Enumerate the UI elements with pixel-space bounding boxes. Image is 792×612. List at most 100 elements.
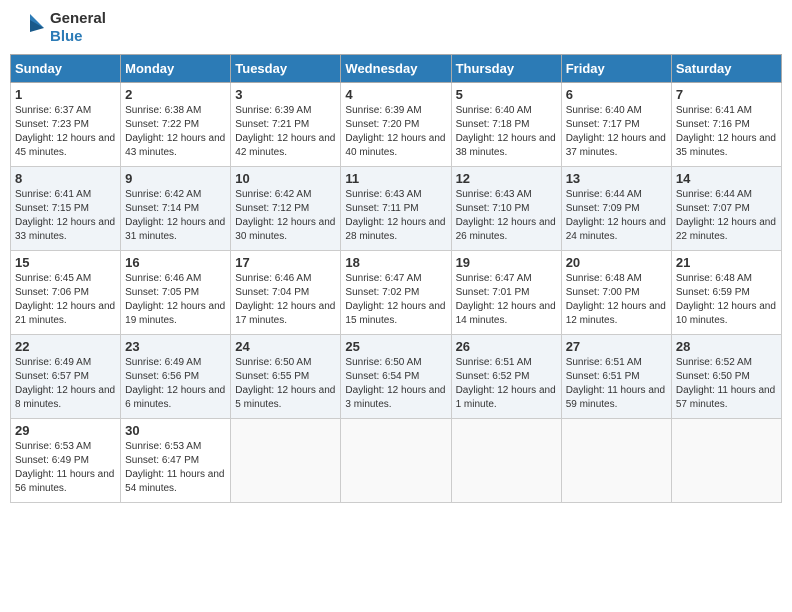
day-number: 22	[15, 339, 116, 354]
calendar-cell: 10 Sunrise: 6:42 AM Sunset: 7:12 PM Dayl…	[231, 167, 341, 251]
day-info: Sunrise: 6:42 AM Sunset: 7:12 PM Dayligh…	[235, 188, 336, 244]
day-info: Sunrise: 6:44 AM Sunset: 7:07 PM Dayligh…	[676, 188, 777, 244]
day-header-thursday: Thursday	[451, 55, 561, 83]
day-number: 2	[125, 87, 226, 102]
day-info: Sunrise: 6:43 AM Sunset: 7:10 PM Dayligh…	[456, 188, 557, 244]
calendar-week-1: 1 Sunrise: 6:37 AM Sunset: 7:23 PM Dayli…	[11, 83, 782, 167]
day-info: Sunrise: 6:53 AM Sunset: 6:49 PM Dayligh…	[15, 440, 116, 496]
day-number: 27	[566, 339, 667, 354]
logo-text-general: General	[50, 10, 106, 28]
calendar-week-4: 22 Sunrise: 6:49 AM Sunset: 6:57 PM Dayl…	[11, 335, 782, 419]
day-info: Sunrise: 6:52 AM Sunset: 6:50 PM Dayligh…	[676, 356, 777, 412]
day-info: Sunrise: 6:47 AM Sunset: 7:02 PM Dayligh…	[345, 272, 446, 328]
day-number: 11	[345, 171, 446, 186]
day-number: 14	[676, 171, 777, 186]
calendar-cell: 11 Sunrise: 6:43 AM Sunset: 7:11 PM Dayl…	[341, 167, 451, 251]
day-number: 29	[15, 423, 116, 438]
calendar-cell: 21 Sunrise: 6:48 AM Sunset: 6:59 PM Dayl…	[671, 251, 781, 335]
day-info: Sunrise: 6:37 AM Sunset: 7:23 PM Dayligh…	[15, 104, 116, 160]
day-info: Sunrise: 6:40 AM Sunset: 7:17 PM Dayligh…	[566, 104, 667, 160]
calendar-cell: 12 Sunrise: 6:43 AM Sunset: 7:10 PM Dayl…	[451, 167, 561, 251]
day-info: Sunrise: 6:48 AM Sunset: 6:59 PM Dayligh…	[676, 272, 777, 328]
day-number: 8	[15, 171, 116, 186]
day-number: 20	[566, 255, 667, 270]
calendar-cell	[671, 419, 781, 503]
calendar-cell: 30 Sunrise: 6:53 AM Sunset: 6:47 PM Dayl…	[121, 419, 231, 503]
day-info: Sunrise: 6:42 AM Sunset: 7:14 PM Dayligh…	[125, 188, 226, 244]
calendar-cell: 15 Sunrise: 6:45 AM Sunset: 7:06 PM Dayl…	[11, 251, 121, 335]
day-number: 5	[456, 87, 557, 102]
day-header-sunday: Sunday	[11, 55, 121, 83]
day-info: Sunrise: 6:50 AM Sunset: 6:54 PM Dayligh…	[345, 356, 446, 412]
calendar-cell: 7 Sunrise: 6:41 AM Sunset: 7:16 PM Dayli…	[671, 83, 781, 167]
calendar-cell: 6 Sunrise: 6:40 AM Sunset: 7:17 PM Dayli…	[561, 83, 671, 167]
day-number: 18	[345, 255, 446, 270]
day-number: 13	[566, 171, 667, 186]
day-number: 17	[235, 255, 336, 270]
day-info: Sunrise: 6:53 AM Sunset: 6:47 PM Dayligh…	[125, 440, 226, 496]
day-number: 6	[566, 87, 667, 102]
calendar-cell: 5 Sunrise: 6:40 AM Sunset: 7:18 PM Dayli…	[451, 83, 561, 167]
day-number: 25	[345, 339, 446, 354]
day-info: Sunrise: 6:50 AM Sunset: 6:55 PM Dayligh…	[235, 356, 336, 412]
day-info: Sunrise: 6:47 AM Sunset: 7:01 PM Dayligh…	[456, 272, 557, 328]
day-header-friday: Friday	[561, 55, 671, 83]
day-number: 21	[676, 255, 777, 270]
day-header-saturday: Saturday	[671, 55, 781, 83]
day-info: Sunrise: 6:44 AM Sunset: 7:09 PM Dayligh…	[566, 188, 667, 244]
day-info: Sunrise: 6:51 AM Sunset: 6:51 PM Dayligh…	[566, 356, 667, 412]
day-number: 16	[125, 255, 226, 270]
calendar-cell	[561, 419, 671, 503]
day-header-wednesday: Wednesday	[341, 55, 451, 83]
calendar-cell: 27 Sunrise: 6:51 AM Sunset: 6:51 PM Dayl…	[561, 335, 671, 419]
day-number: 7	[676, 87, 777, 102]
calendar-header-row: SundayMondayTuesdayWednesdayThursdayFrid…	[11, 55, 782, 83]
day-info: Sunrise: 6:39 AM Sunset: 7:21 PM Dayligh…	[235, 104, 336, 160]
calendar-cell: 19 Sunrise: 6:47 AM Sunset: 7:01 PM Dayl…	[451, 251, 561, 335]
day-number: 23	[125, 339, 226, 354]
day-number: 26	[456, 339, 557, 354]
day-number: 10	[235, 171, 336, 186]
calendar-week-5: 29 Sunrise: 6:53 AM Sunset: 6:49 PM Dayl…	[11, 419, 782, 503]
day-number: 15	[15, 255, 116, 270]
day-info: Sunrise: 6:40 AM Sunset: 7:18 PM Dayligh…	[456, 104, 557, 160]
day-info: Sunrise: 6:41 AM Sunset: 7:15 PM Dayligh…	[15, 188, 116, 244]
calendar-cell: 25 Sunrise: 6:50 AM Sunset: 6:54 PM Dayl…	[341, 335, 451, 419]
day-info: Sunrise: 6:41 AM Sunset: 7:16 PM Dayligh…	[676, 104, 777, 160]
calendar-cell: 3 Sunrise: 6:39 AM Sunset: 7:21 PM Dayli…	[231, 83, 341, 167]
calendar-cell: 26 Sunrise: 6:51 AM Sunset: 6:52 PM Dayl…	[451, 335, 561, 419]
day-number: 4	[345, 87, 446, 102]
calendar-cell: 23 Sunrise: 6:49 AM Sunset: 6:56 PM Dayl…	[121, 335, 231, 419]
calendar-cell: 16 Sunrise: 6:46 AM Sunset: 7:05 PM Dayl…	[121, 251, 231, 335]
day-info: Sunrise: 6:49 AM Sunset: 6:57 PM Dayligh…	[15, 356, 116, 412]
logo-bird-icon	[10, 10, 46, 46]
calendar-week-3: 15 Sunrise: 6:45 AM Sunset: 7:06 PM Dayl…	[11, 251, 782, 335]
day-info: Sunrise: 6:49 AM Sunset: 6:56 PM Dayligh…	[125, 356, 226, 412]
day-info: Sunrise: 6:48 AM Sunset: 7:00 PM Dayligh…	[566, 272, 667, 328]
calendar-cell	[341, 419, 451, 503]
calendar-cell: 20 Sunrise: 6:48 AM Sunset: 7:00 PM Dayl…	[561, 251, 671, 335]
calendar-cell: 1 Sunrise: 6:37 AM Sunset: 7:23 PM Dayli…	[11, 83, 121, 167]
day-header-tuesday: Tuesday	[231, 55, 341, 83]
calendar-cell	[451, 419, 561, 503]
day-number: 1	[15, 87, 116, 102]
day-number: 28	[676, 339, 777, 354]
day-number: 9	[125, 171, 226, 186]
calendar-cell: 2 Sunrise: 6:38 AM Sunset: 7:22 PM Dayli…	[121, 83, 231, 167]
day-info: Sunrise: 6:46 AM Sunset: 7:04 PM Dayligh…	[235, 272, 336, 328]
day-number: 19	[456, 255, 557, 270]
calendar-cell: 18 Sunrise: 6:47 AM Sunset: 7:02 PM Dayl…	[341, 251, 451, 335]
calendar: SundayMondayTuesdayWednesdayThursdayFrid…	[10, 54, 782, 503]
day-info: Sunrise: 6:51 AM Sunset: 6:52 PM Dayligh…	[456, 356, 557, 412]
calendar-cell: 24 Sunrise: 6:50 AM Sunset: 6:55 PM Dayl…	[231, 335, 341, 419]
calendar-cell: 22 Sunrise: 6:49 AM Sunset: 6:57 PM Dayl…	[11, 335, 121, 419]
calendar-cell: 28 Sunrise: 6:52 AM Sunset: 6:50 PM Dayl…	[671, 335, 781, 419]
calendar-week-2: 8 Sunrise: 6:41 AM Sunset: 7:15 PM Dayli…	[11, 167, 782, 251]
logo: General Blue	[10, 10, 106, 46]
logo-text-blue: Blue	[50, 28, 106, 46]
calendar-cell: 4 Sunrise: 6:39 AM Sunset: 7:20 PM Dayli…	[341, 83, 451, 167]
day-number: 30	[125, 423, 226, 438]
day-info: Sunrise: 6:43 AM Sunset: 7:11 PM Dayligh…	[345, 188, 446, 244]
calendar-cell: 9 Sunrise: 6:42 AM Sunset: 7:14 PM Dayli…	[121, 167, 231, 251]
day-number: 24	[235, 339, 336, 354]
